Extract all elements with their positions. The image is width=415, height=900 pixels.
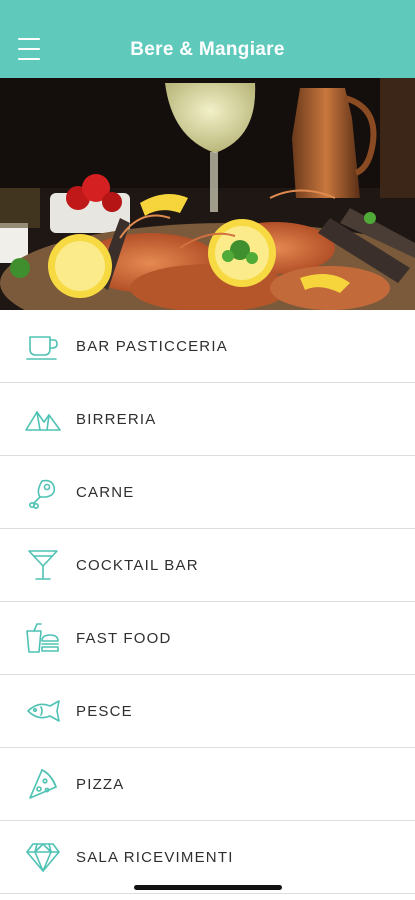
mountains-icon xyxy=(24,402,62,436)
drumstick-icon xyxy=(24,475,62,509)
list-item-fast-food[interactable]: FAST FOOD xyxy=(0,602,415,675)
list-item-label: CARNE xyxy=(76,483,135,501)
list-item-birreria[interactable]: BIRRERIA xyxy=(0,383,415,456)
fish-icon xyxy=(24,694,62,728)
list-item-label: COCKTAIL BAR xyxy=(76,556,199,574)
list-item-label: PESCE xyxy=(76,702,133,720)
burger-drink-icon xyxy=(24,621,62,655)
page-title: Bere & Mangiare xyxy=(130,39,285,60)
pizza-slice-icon xyxy=(24,767,62,801)
home-indicator xyxy=(134,885,282,890)
list-item-label: SALA RICEVIMENTI xyxy=(76,848,234,866)
hero-image xyxy=(0,78,415,310)
list-item-pizza[interactable]: PIZZA xyxy=(0,748,415,821)
cocktail-glass-icon xyxy=(24,548,62,582)
category-list: BAR PASTICCERIA BIRRERIA CARNE COCKTAIL … xyxy=(0,310,415,894)
list-item-carne[interactable]: CARNE xyxy=(0,456,415,529)
list-item-label: PIZZA xyxy=(76,775,125,793)
list-item-label: FAST FOOD xyxy=(76,629,172,647)
list-item-sala-ricevimenti[interactable]: SALA RICEVIMENTI xyxy=(0,821,415,894)
list-item-bar-pasticceria[interactable]: BAR PASTICCERIA xyxy=(0,310,415,383)
coffee-cup-icon xyxy=(24,329,62,363)
list-item-label: BIRRERIA xyxy=(76,410,157,428)
list-item-label: BAR PASTICCERIA xyxy=(76,337,228,355)
list-item-cocktail-bar[interactable]: COCKTAIL BAR xyxy=(0,529,415,602)
app-header: Bere & Mangiare xyxy=(0,0,415,78)
list-item-pesce[interactable]: PESCE xyxy=(0,675,415,748)
diamond-icon xyxy=(24,840,62,874)
